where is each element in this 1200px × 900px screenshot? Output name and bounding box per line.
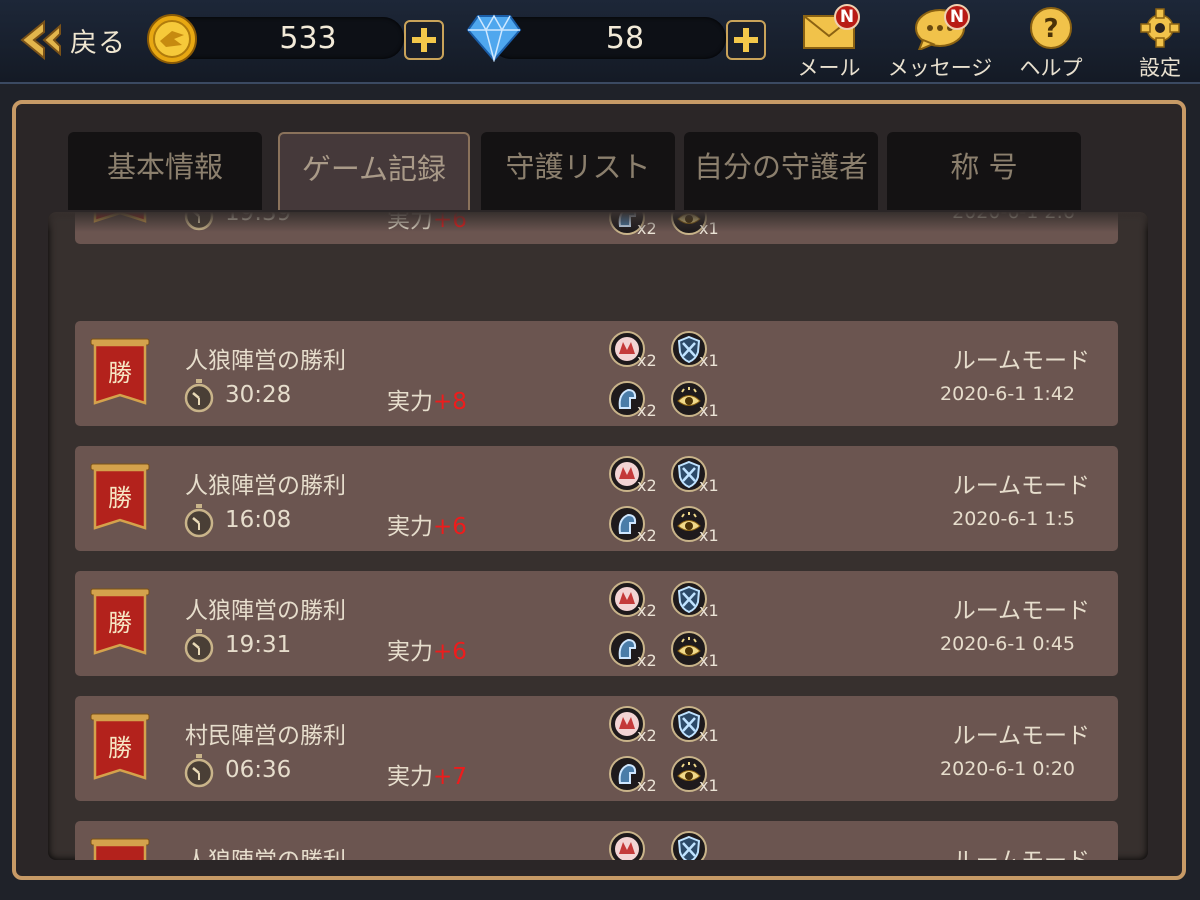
stopwatch-icon (184, 754, 214, 788)
count-label: x1 (699, 476, 719, 495)
add-gems-button[interactable] (726, 20, 766, 60)
record-row[interactable]: 勝 人狼陣営の勝利 16:08 実力+6 x2 x1 x2 x1 ルームモード … (75, 446, 1118, 551)
record-list[interactable]: 勝 人狼陣営の勝利 19:39 実力+6 x2 x1 x2 (48, 212, 1148, 860)
stopwatch-icon (184, 379, 214, 413)
plus-icon (734, 28, 758, 52)
help-label: ヘルプ (1019, 56, 1083, 80)
record-duration: 06:36 (225, 757, 292, 783)
tab-titles[interactable]: 称 号 (887, 132, 1081, 210)
message-label: メッセージ (887, 56, 993, 80)
count-label: x2 (637, 476, 657, 495)
mail-label: メール (797, 56, 861, 80)
back-label: 戻る (70, 27, 126, 59)
tab-game-records[interactable]: ゲーム記録 (278, 132, 470, 210)
werewolf-role-icon (609, 831, 645, 860)
svg-text:勝: 勝 (108, 859, 132, 860)
record-title: 人狼陣営の勝利 (185, 473, 346, 499)
count-label: x1 (699, 401, 719, 420)
coin-count: 533 (279, 21, 337, 56)
diamond-icon (466, 14, 522, 62)
tab-guardian-list[interactable]: 守護リスト (481, 132, 675, 210)
help-icon: ? (1030, 7, 1072, 49)
record-duration: 16:08 (225, 507, 292, 533)
record-date: 2020-6-1 0:45 (940, 633, 1075, 655)
stopwatch-icon (184, 504, 214, 538)
count-label: x2 (637, 651, 657, 670)
settings-label: 設定 (1139, 56, 1181, 80)
top-bar: 戻る 533 58 メール N メッセージ N ? ヘルプ 設定 (0, 0, 1200, 84)
settings-button[interactable]: 設定 (1110, 6, 1200, 82)
help-button[interactable]: ? ヘルプ (996, 6, 1106, 82)
record-row[interactable]: 勝 人狼陣営の勝利 30:28 実力+8 x2 x1 x2 x1 ルームモード … (75, 321, 1118, 426)
tab-my-guardians[interactable]: 自分の守護者 (684, 132, 878, 210)
mail-new-badge: N (834, 4, 860, 30)
svg-text:勝: 勝 (108, 734, 132, 762)
svg-text:勝: 勝 (108, 484, 132, 512)
record-date: 2020-6-1 1:42 (940, 383, 1075, 405)
count-label: x2 (637, 401, 657, 420)
win-ribbon-icon: 勝 (90, 588, 150, 655)
count-label: x1 (699, 726, 719, 745)
gem-balance: 58 (490, 17, 726, 59)
count-label: x1 (699, 351, 719, 370)
win-ribbon-icon: 勝 (90, 338, 150, 405)
shield-crossed-icon (671, 831, 707, 860)
record-power: 実力+8 (387, 389, 467, 415)
win-ribbon-icon: 勝 (90, 838, 150, 860)
gem-count: 58 (605, 21, 645, 56)
svg-text:?: ? (1043, 14, 1058, 44)
message-new-badge: N (944, 4, 970, 30)
back-button[interactable]: 戻る (14, 18, 126, 62)
record-title: 村民陣営の勝利 (185, 723, 346, 749)
coin-balance: 533 (168, 17, 404, 59)
count-label: x2 (637, 526, 657, 545)
mail-button[interactable]: メール (774, 6, 884, 82)
record-power: 実力+6 (387, 514, 467, 540)
count-label: x1 (699, 526, 719, 545)
record-duration: 30:28 (225, 382, 292, 408)
message-button[interactable]: メッセージ (884, 6, 996, 82)
list-top-fade (48, 212, 1148, 232)
record-mode: ルームモード (952, 348, 1090, 374)
count-label: x1 (699, 601, 719, 620)
svg-text:勝: 勝 (108, 609, 132, 637)
record-row[interactable]: 勝 村民陣営の勝利 06:36 実力+7 x2 x1 x2 x1 ルームモード … (75, 696, 1118, 801)
record-duration: 19:31 (225, 632, 292, 658)
count-label: x2 (637, 726, 657, 745)
win-ribbon-icon: 勝 (90, 463, 150, 530)
record-row[interactable]: 勝 人狼陣営の勝利 19:31 実力+6 x2 x1 x2 x1 ルームモード … (75, 571, 1118, 676)
record-date: 2020-6-1 0:20 (940, 758, 1075, 780)
record-mode: ルームモード (953, 841, 1090, 860)
back-arrow-icon (20, 19, 61, 61)
add-coins-button[interactable] (404, 20, 444, 60)
count-label: x2 (637, 351, 657, 370)
record-mode: ルームモード (952, 473, 1090, 499)
plus-icon (412, 28, 436, 52)
win-ribbon-icon: 勝 (90, 713, 150, 780)
record-title: 人狼陣営の勝利 (185, 348, 346, 374)
record-date: 2020-6-1 1:5 (952, 508, 1075, 530)
count-label: x1 (699, 776, 719, 795)
record-title: 人狼陣営の勝利 (185, 841, 346, 860)
stopwatch-icon (184, 629, 214, 663)
gear-icon (1140, 8, 1180, 48)
count-label: x1 (699, 651, 719, 670)
record-mode: ルームモード (952, 723, 1090, 749)
svg-text:勝: 勝 (108, 359, 132, 387)
count-label: x2 (637, 601, 657, 620)
record-row[interactable]: 勝 人狼陣営の勝利 (75, 821, 1118, 860)
record-mode: ルームモード (952, 598, 1090, 624)
coin-icon (147, 14, 197, 64)
record-power: 実力+7 (387, 764, 467, 790)
record-power: 実力+6 (387, 639, 467, 665)
count-label: x2 (637, 776, 657, 795)
record-title: 人狼陣営の勝利 (185, 598, 346, 624)
tab-basic-info[interactable]: 基本情報 (68, 132, 262, 210)
